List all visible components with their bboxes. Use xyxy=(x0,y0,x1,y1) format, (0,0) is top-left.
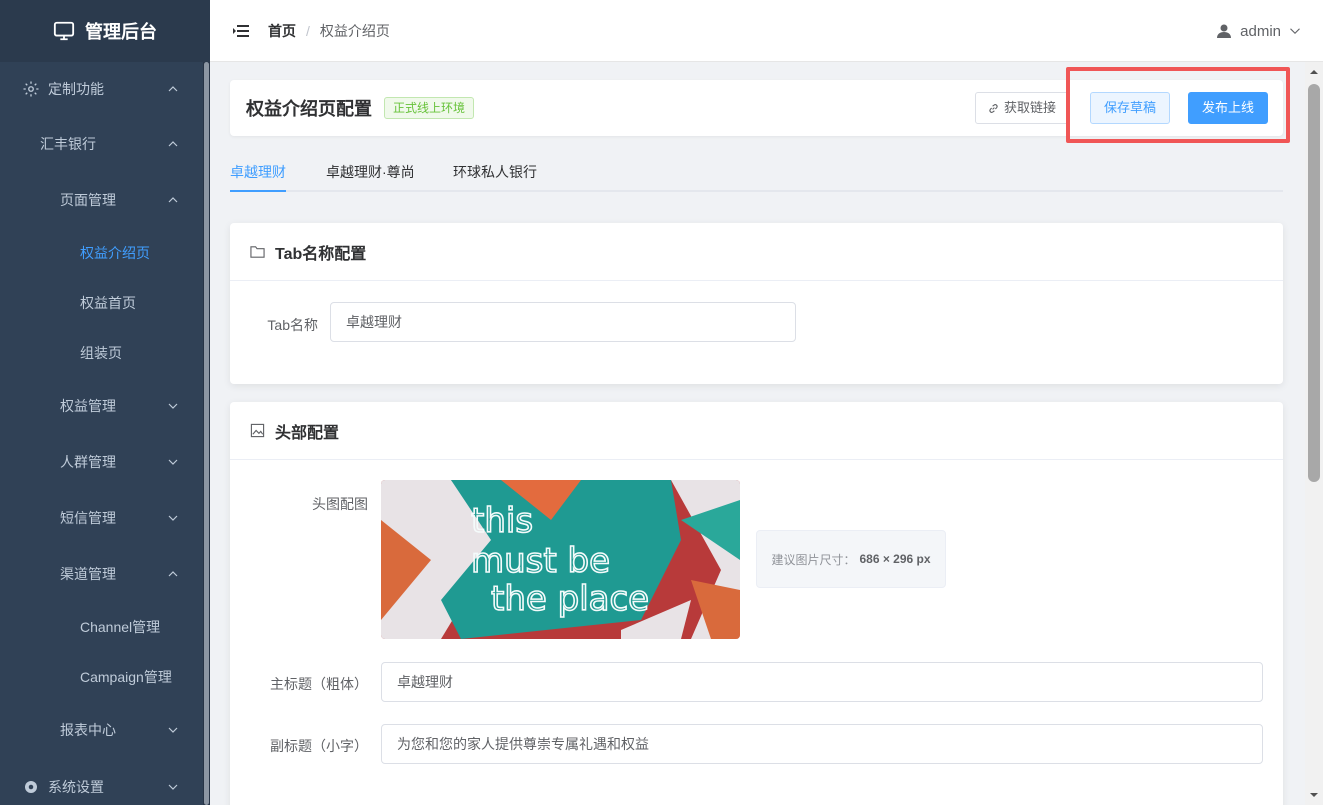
settings-icon xyxy=(22,778,40,796)
sidebar-item-assembly[interactable]: 组装页 xyxy=(0,328,200,378)
sidebar-item-label: 人群管理 xyxy=(60,454,116,470)
chevron-down-icon xyxy=(1290,28,1300,35)
sidebar-item-label: 组装页 xyxy=(80,345,122,361)
subtitle-label: 副标题（小字） xyxy=(270,738,368,754)
topbar: 首页 / 权益介绍页 admin xyxy=(210,0,1323,62)
chevron-down-icon xyxy=(168,459,178,465)
app-logo[interactable]: 管理后台 xyxy=(0,0,210,62)
publish-button[interactable]: 发布上线 xyxy=(1188,92,1268,124)
image-size-hint: 建议图片尺寸： 686 × 296 px xyxy=(756,530,946,588)
tab-excellence-premier[interactable]: 卓越理财·尊尚 xyxy=(326,152,415,192)
card-title: Tab名称配置 xyxy=(275,245,367,263)
sidebar-item-report[interactable]: 报表中心 xyxy=(0,705,200,755)
sidebar-item-label: Campaign管理 xyxy=(80,669,172,685)
sidebar-item-sms[interactable]: 短信管理 xyxy=(0,493,200,543)
breadcrumb-home[interactable]: 首页 xyxy=(268,21,296,41)
chevron-up-icon xyxy=(168,141,178,147)
main-scrollbar-thumb[interactable] xyxy=(1308,84,1320,482)
sidebar-item-benefit-manage[interactable]: 权益管理 xyxy=(0,381,200,431)
get-link-button[interactable]: 获取链接 xyxy=(975,92,1069,124)
tab-excellence[interactable]: 卓越理财 xyxy=(230,152,286,192)
sidebar-item-custom[interactable]: 定制功能 xyxy=(0,64,200,114)
sidebar-scrollbar[interactable] xyxy=(203,62,210,805)
sidebar: 管理后台 定制功能 汇丰银行 页面管理 权益介绍页 权益首页 组装页 权益管理 … xyxy=(0,0,210,805)
sidebar-item-label: 报表中心 xyxy=(60,722,116,738)
card-header: 头部配置 xyxy=(230,402,1283,460)
main-title-label: 主标题（粗体） xyxy=(270,676,368,692)
sidebar-item-label: 页面管理 xyxy=(60,192,116,208)
card-header: Tab名称配置 xyxy=(230,223,1283,281)
save-draft-button[interactable]: 保存草稿 xyxy=(1090,92,1170,124)
sidebar-item-crowd[interactable]: 人群管理 xyxy=(0,437,200,487)
chevron-up-icon xyxy=(168,197,178,203)
main-scrollbar[interactable] xyxy=(1305,62,1323,805)
get-link-label: 获取链接 xyxy=(1003,100,1056,115)
sidebar-item-benefit-home[interactable]: 权益首页 xyxy=(0,278,200,328)
sidebar-item-channel[interactable]: Channel管理 xyxy=(0,602,200,652)
sidebar-item-label: 系统设置 xyxy=(48,779,104,795)
sidebar-item-label: 渠道管理 xyxy=(60,566,116,582)
menu-fold-icon[interactable] xyxy=(232,23,250,39)
sidebar-item-campaign[interactable]: Campaign管理 xyxy=(0,652,200,702)
neon-sign-image: this must be the place xyxy=(381,480,740,639)
scroll-down-icon[interactable] xyxy=(1309,790,1319,800)
main-title-input[interactable]: 卓越理财 xyxy=(381,662,1263,702)
tab-global-private-bank[interactable]: 环球私人银行 xyxy=(453,152,537,192)
sidebar-item-label: 权益介绍页 xyxy=(80,245,150,261)
sidebar-item-system[interactable]: 系统设置 xyxy=(0,762,200,805)
chevron-down-icon xyxy=(168,515,178,521)
tab-name-label: Tab名称 xyxy=(267,317,318,333)
link-icon xyxy=(989,103,998,113)
logo-text: 管理后台 xyxy=(85,22,157,42)
monitor-icon xyxy=(53,21,75,41)
user-menu[interactable]: admin xyxy=(1216,0,1301,62)
tab-active-indicator xyxy=(230,190,286,192)
sidebar-item-hsbc[interactable]: 汇丰银行 xyxy=(0,119,200,169)
chevron-up-icon xyxy=(168,571,178,577)
header-image-label: 头图配图 xyxy=(312,496,368,512)
sidebar-item-label: 短信管理 xyxy=(60,510,116,526)
chevron-down-icon xyxy=(168,403,178,409)
env-tag: 正式线上环境 xyxy=(384,97,475,119)
chevron-up-icon xyxy=(168,86,178,92)
sidebar-item-label: Channel管理 xyxy=(80,619,161,635)
chevron-down-icon xyxy=(168,784,178,790)
hint-size: 686 × 296 px xyxy=(859,552,931,566)
breadcrumb-current: 权益介绍页 xyxy=(319,22,390,39)
scroll-up-icon[interactable] xyxy=(1309,67,1319,77)
sidebar-item-label: 权益管理 xyxy=(60,398,116,414)
user-icon xyxy=(1217,24,1232,38)
tab-name-input[interactable]: 卓越理财 xyxy=(330,302,796,342)
sidebar-item-page-manage[interactable]: 页面管理 xyxy=(0,175,200,225)
tab-bar: 卓越理财 卓越理财·尊尚 环球私人银行 xyxy=(230,152,1283,192)
breadcrumb-separator: / xyxy=(306,22,310,39)
sidebar-item-benefit-intro[interactable]: 权益介绍页 xyxy=(0,228,200,278)
image-icon xyxy=(250,423,265,438)
sidebar-item-label: 汇丰银行 xyxy=(40,136,96,152)
tab-name-config-card: Tab名称配置 Tab名称 卓越理财 xyxy=(230,223,1283,384)
page-header: 权益介绍页配置 正式线上环境 获取链接 保存草稿 发布上线 xyxy=(230,80,1283,136)
chevron-down-icon xyxy=(168,727,178,733)
sidebar-item-label: 权益首页 xyxy=(80,295,136,311)
sidebar-item-channel-manage[interactable]: 渠道管理 xyxy=(0,549,200,599)
hint-prefix: 建议图片尺寸： xyxy=(771,552,856,567)
sidebar-scrollbar-thumb[interactable] xyxy=(204,62,209,805)
username: admin xyxy=(1240,22,1281,40)
header-image[interactable]: this must be the place xyxy=(381,480,740,639)
gear-icon xyxy=(22,80,40,98)
subtitle-input[interactable]: 为您和您的家人提供尊崇专属礼遇和权益 xyxy=(381,724,1263,764)
page-title: 权益介绍页配置 xyxy=(246,99,372,119)
header-config-card: 头部配置 头图配图 this must be the place 建议图片尺寸： 68… xyxy=(230,402,1283,805)
card-title: 头部配置 xyxy=(275,424,340,442)
main-content: 权益介绍页配置 正式线上环境 获取链接 保存草稿 发布上线 卓越理财 卓越理财·… xyxy=(210,62,1305,805)
folder-icon xyxy=(250,246,265,258)
sidebar-item-label: 定制功能 xyxy=(48,81,104,97)
